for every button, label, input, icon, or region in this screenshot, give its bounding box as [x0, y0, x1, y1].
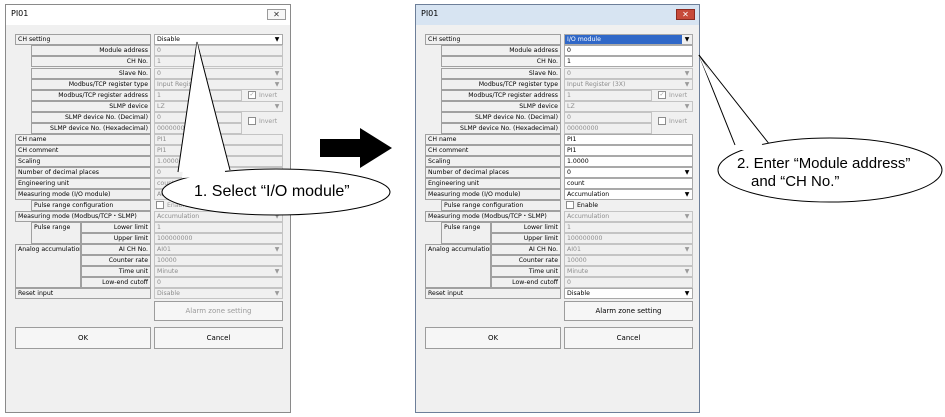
callout-step2-line1: 2. Enter “Module address”	[737, 155, 911, 172]
callout-shapes	[161, 41, 943, 216]
callout-step2-line2: and “CH No.”	[751, 173, 840, 190]
callout-step1-text: 1. Select “I/O module”	[194, 183, 350, 200]
